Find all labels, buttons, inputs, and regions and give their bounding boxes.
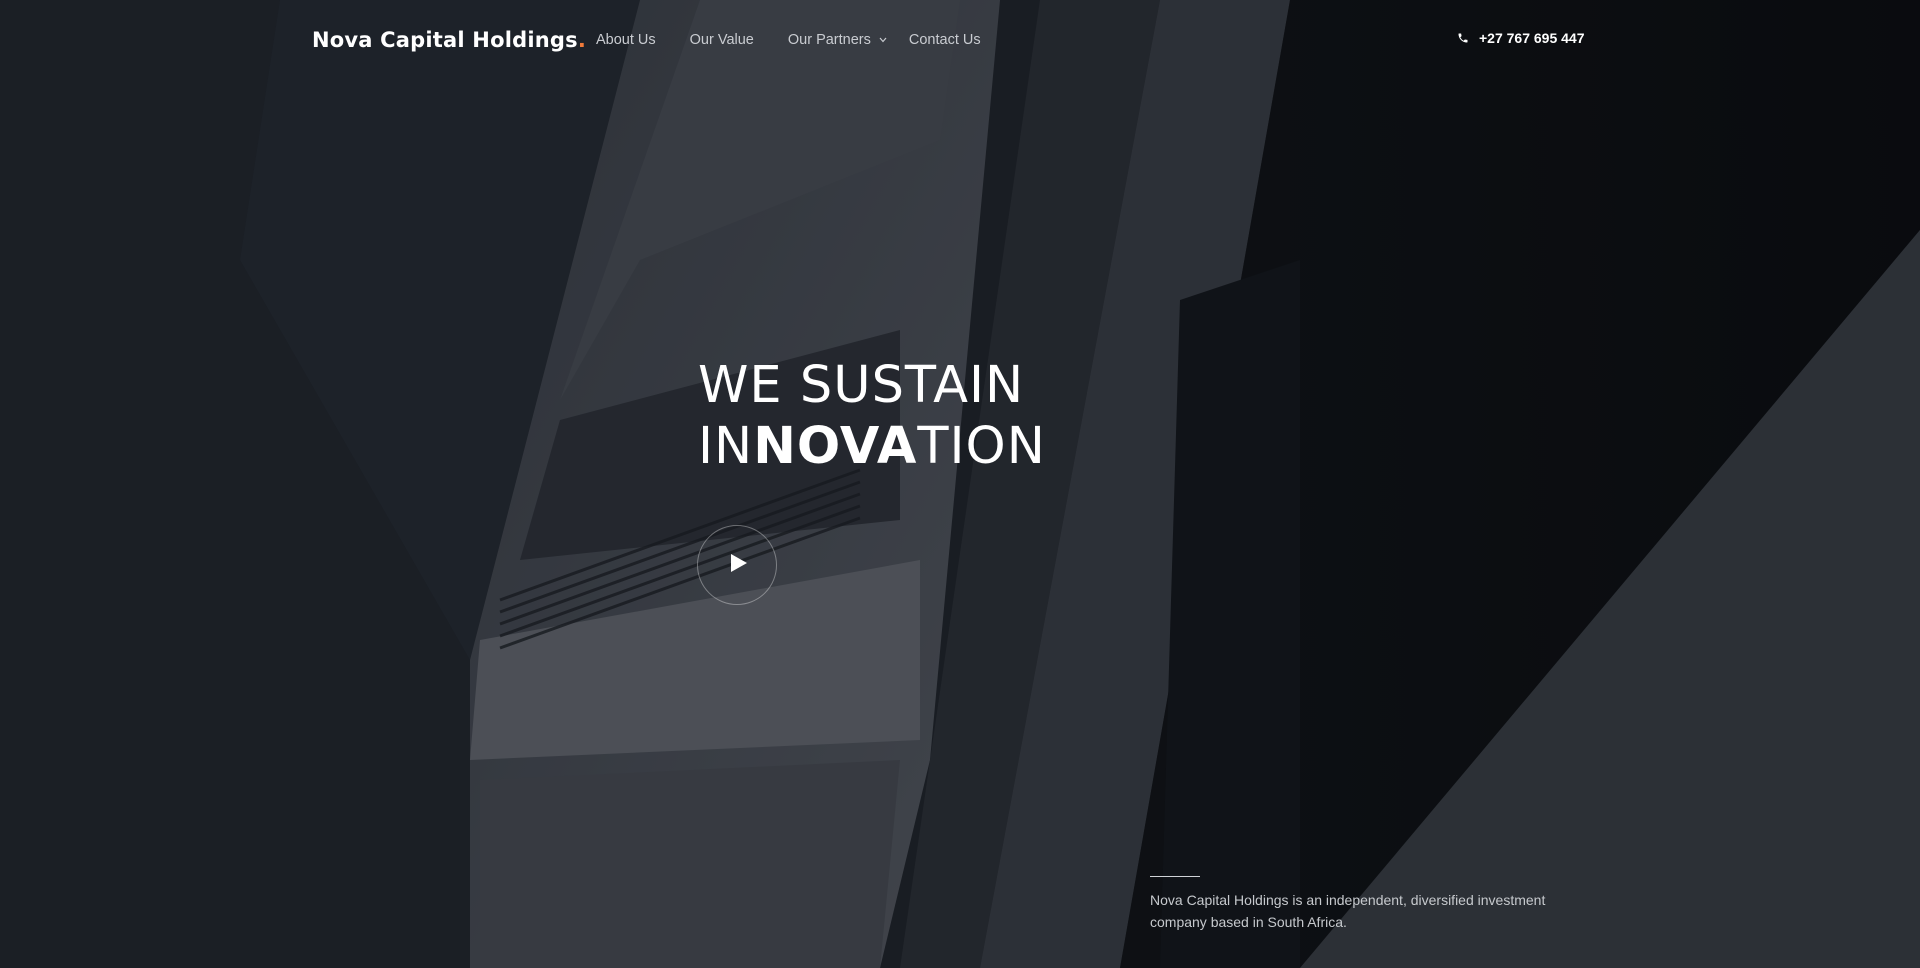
nav-item-label: Our Partners (787, 32, 871, 48)
nav-item-our-partners[interactable]: Our Partners (788, 32, 887, 48)
play-icon (727, 553, 747, 577)
hero-line-2-suffix: TION (917, 417, 1046, 476)
hero-line-2-prefix: IN (698, 417, 754, 476)
phone-icon (1457, 31, 1471, 45)
nav-item-label: Our Value (689, 32, 754, 48)
chevron-down-icon (879, 35, 887, 45)
hero-line-1: WE SUSTAIN (698, 356, 1025, 415)
nav-item-label: Contact Us (908, 32, 981, 48)
hero-title: WE SUSTAIN INNOVATION (698, 355, 1046, 477)
nav-item-label: About Us (596, 32, 656, 48)
phone-link[interactable]: +27 767 695 447 (1457, 30, 1585, 46)
hero-background (0, 0, 1920, 968)
nav-item-our-value[interactable]: Our Value (690, 32, 754, 48)
hero-line-2-bold: NOVA (753, 417, 918, 476)
hero-line-2: INNOVATION (698, 416, 1046, 477)
nav-item-contact-us[interactable]: Contact Us (909, 32, 981, 48)
brand-name: Nova Capital Holdings (312, 28, 578, 52)
divider (1150, 876, 1200, 877)
brand-dot: . (577, 28, 587, 52)
nav-item-about-us[interactable]: About Us (596, 32, 656, 48)
about-description: Nova Capital Holdings is an independent,… (1150, 892, 1546, 930)
play-video-button[interactable] (697, 525, 777, 605)
main-nav: About Us Our Value Our Partners Contact … (596, 32, 1015, 48)
brand-logo[interactable]: Nova Capital Holdings. (312, 28, 586, 52)
site-header: Nova Capital Holdings. About Us Our Valu… (0, 0, 1920, 84)
phone-number: +27 767 695 447 (1479, 30, 1585, 46)
